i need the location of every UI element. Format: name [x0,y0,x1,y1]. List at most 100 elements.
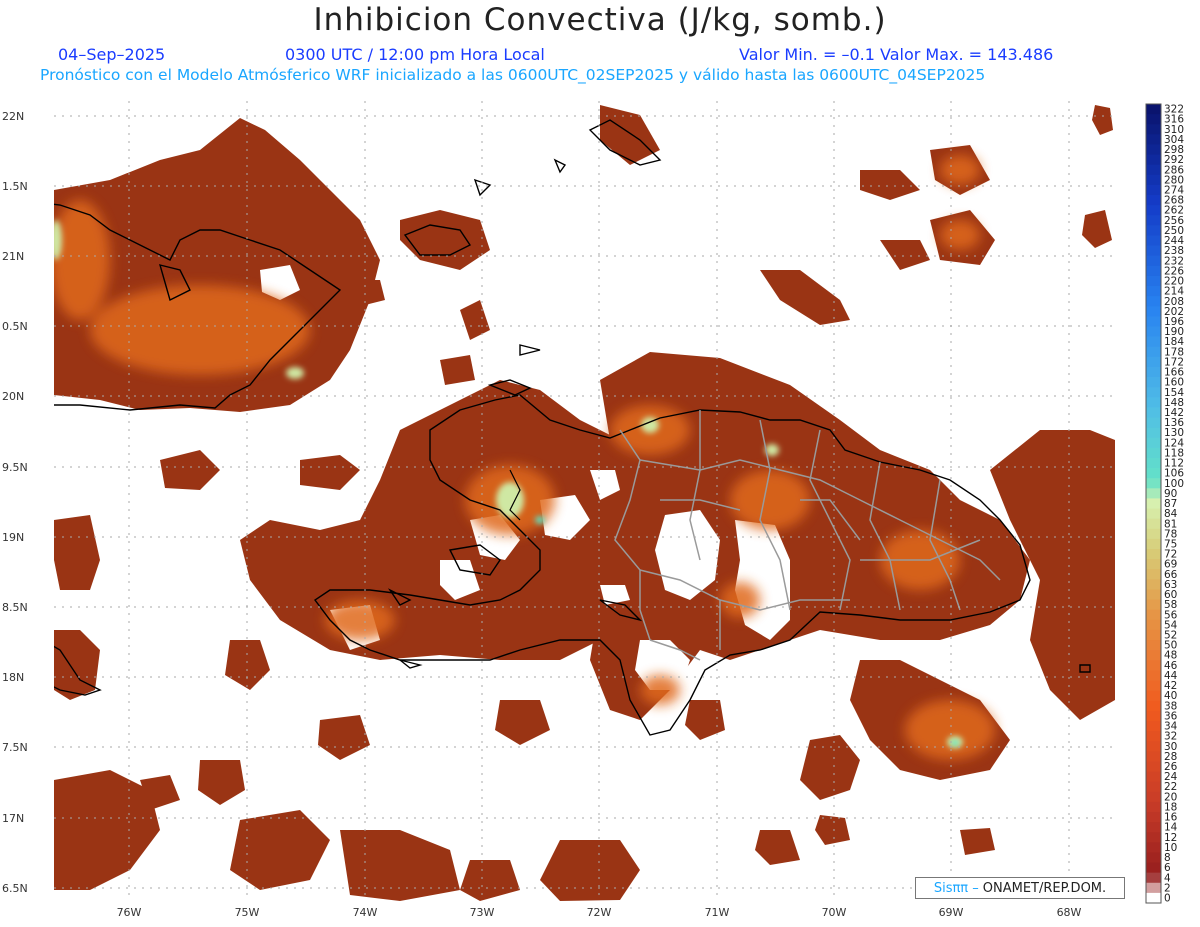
lat-label: 0.5N [2,320,28,333]
colorbar-swatch [1146,771,1161,783]
lat-label: 6.5N [2,882,28,895]
colorbar-swatch [1146,872,1161,884]
lat-label: 17N [2,812,24,825]
colorbar-swatch [1146,498,1161,510]
colorbar-swatch [1146,134,1161,145]
colorbar-swatch [1146,306,1161,317]
colorbar-swatch [1146,609,1161,621]
colorbar-swatch [1146,154,1161,166]
colorbar-swatch [1146,174,1161,186]
lon-label: 75W [235,906,260,919]
colorbar-swatch [1146,316,1161,328]
colorbar-swatch [1146,195,1161,206]
colorbar-swatch [1146,488,1161,499]
colorbar-swatch [1146,114,1161,125]
cin-map: 22N 1.5N 21N 0.5N 20N 9.5N 19N 8.5N 18N … [2,101,1184,919]
colorbar-swatch [1146,720,1161,732]
colorbar-swatch [1146,589,1161,601]
colorbar-swatch [1146,741,1161,752]
lat-label: 20N [2,390,24,403]
onamet-credit: ONAMET/REP.DOM. [982,880,1107,896]
colorbar-swatch [1146,387,1161,398]
colorbar-swatch [1146,781,1161,793]
lon-label: 71W [705,906,730,919]
lon-label: 68W [1057,906,1082,919]
colorbar-swatch [1146,822,1161,833]
lat-label: 21N [2,250,24,263]
colorbar-swatch [1146,791,1161,803]
colorbar-swatch [1146,579,1161,590]
colorbar-swatch [1146,205,1161,216]
colorbar-swatch [1146,731,1161,742]
colorbar-swatch [1146,427,1161,439]
colorbar-swatch [1146,377,1161,388]
colorbar-swatch [1146,397,1161,408]
lon-label: 69W [939,906,964,919]
colorbar-swatch [1146,478,1161,489]
lon-label: 72W [587,906,612,919]
colorbar-swatch [1146,508,1161,520]
colorbar-swatch [1146,761,1161,773]
colorbar-swatch [1146,569,1161,580]
colorbar-swatch [1146,407,1161,419]
colorbar-swatch [1146,599,1161,611]
colorbar-swatch [1146,286,1161,297]
lon-label: 70W [822,906,847,919]
colorbar-swatch [1146,235,1161,247]
colorbar-swatch [1146,225,1161,236]
colorbar-swatch [1146,559,1161,570]
colorbar-swatch [1146,629,1161,641]
colorbar-swatch [1146,184,1161,196]
colorbar-swatch [1146,366,1161,378]
colorbar-swatch [1146,215,1161,226]
colorbar-swatch [1146,417,1161,429]
colorbar-swatch [1146,255,1161,267]
colorbar-swatch [1146,619,1161,631]
credits-box: Sisππ – ONAMET/REP.DOM. [915,877,1125,899]
colorbar-swatch [1146,518,1161,530]
colorbar-swatch [1146,549,1161,560]
lon-label: 73W [470,906,495,919]
colorbar-swatch [1146,336,1161,348]
colorbar-swatch [1146,650,1161,661]
lat-label: 7.5N [2,741,28,754]
colorbar-swatch [1146,275,1161,287]
colorbar-swatch [1146,811,1161,823]
colorbar-swatch [1146,144,1161,156]
colorbar-swatch [1146,265,1161,277]
colorbar-swatch [1146,356,1161,368]
colorbar-swatch [1146,326,1161,338]
colorbar-swatch [1146,447,1161,459]
colorbar-swatch [1146,538,1161,550]
lon-label: 76W [117,906,142,919]
colorbar-swatch [1146,700,1161,712]
colorbar-label: 0 [1164,892,1171,904]
colorbar-swatch [1146,660,1161,671]
colorbar-swatch [1146,842,1161,853]
colorbar-swatch [1146,457,1161,469]
lat-label: 9.5N [2,461,28,474]
colorbar: 3223163103042982922862802742682622562502… [1145,103,1184,904]
colorbar-swatch [1146,892,1161,904]
colorbar-swatch [1146,245,1161,257]
colorbar-swatch [1146,296,1161,307]
lat-label: 1.5N [2,180,28,193]
colorbar-swatch [1146,124,1161,135]
colorbar-swatch [1146,528,1161,540]
colorbar-swatch [1146,468,1161,479]
lat-label: 8.5N [2,601,28,614]
colorbar-swatch [1146,164,1161,176]
colorbar-swatch [1146,751,1161,762]
colorbar-swatch [1146,690,1161,702]
colorbar-swatch [1146,104,1161,115]
colorbar-swatch [1146,346,1161,358]
colorbar-swatch [1146,832,1161,843]
colorbar-swatch [1146,670,1161,681]
colorbar-swatch [1146,640,1161,651]
sispi-logo: Sisππ – [933,880,979,896]
colorbar-swatch [1146,437,1161,449]
lon-label: 74W [353,906,378,919]
lat-label: 18N [2,671,24,684]
colorbar-swatch [1146,710,1161,722]
colorbar-swatch [1146,801,1161,813]
